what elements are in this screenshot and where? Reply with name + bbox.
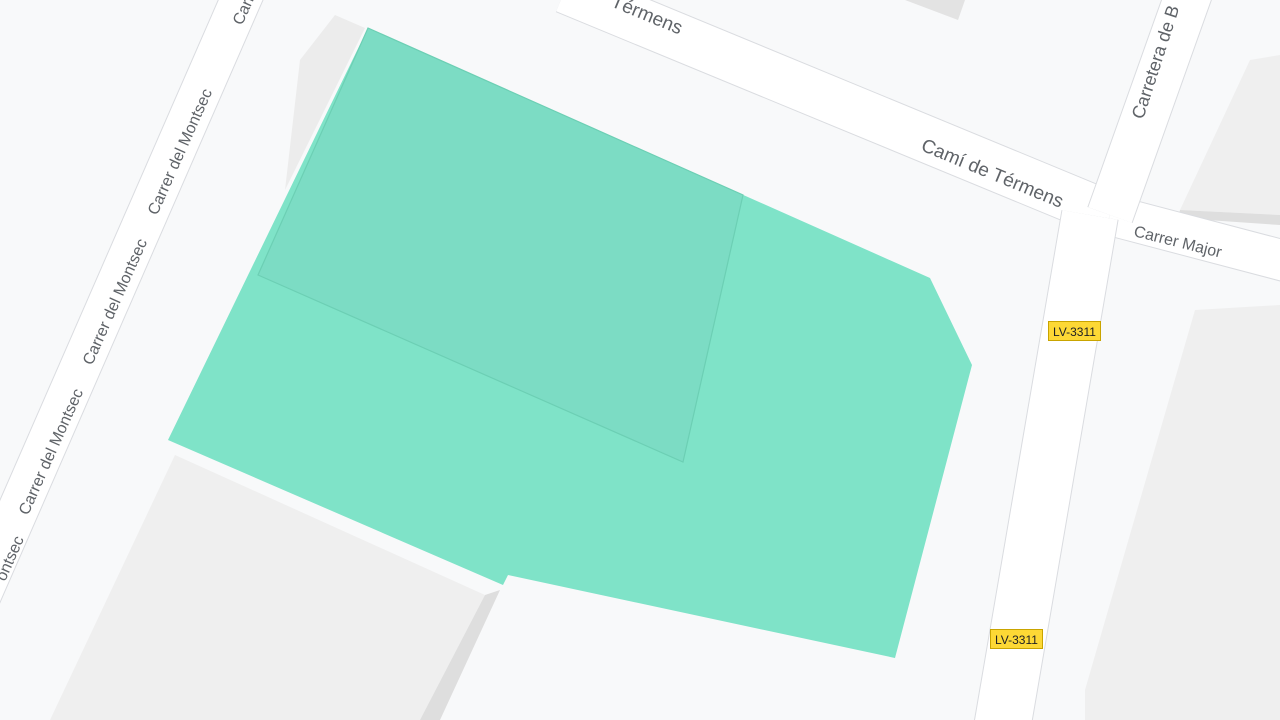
route-badge-top: LV-3311 (1048, 321, 1101, 341)
route-badge-bottom: LV-3311 (990, 629, 1043, 649)
map-layer: Carre Carrer del Montsec Carrer del Mont… (0, 0, 1280, 720)
map-canvas[interactable]: Carre Carrer del Montsec Carrer del Mont… (0, 0, 1280, 720)
